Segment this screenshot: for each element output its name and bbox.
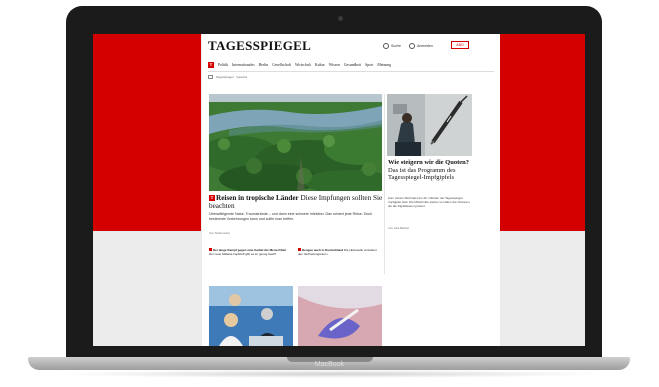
laptop-brand-label: MacBook: [314, 361, 345, 368]
nav-badge[interactable]: T: [208, 61, 214, 68]
laptop-shadow: [50, 370, 610, 378]
breadcrumb: Tagesspiegel Gesund: [208, 75, 247, 79]
nav-item-sport[interactable]: Sport: [365, 63, 373, 67]
nav-item-politik[interactable]: Politik: [218, 63, 228, 67]
search-label: Suche: [391, 44, 401, 48]
abo-button[interactable]: ABO: [451, 41, 469, 49]
webcam: [338, 16, 343, 21]
user-icon: [409, 43, 415, 49]
side-article-image[interactable]: [387, 94, 472, 156]
nav-item-berlin[interactable]: Berlin: [259, 63, 269, 67]
related-link-2[interactable]: Dengue auch in Deutschland Die Hitzewell…: [298, 248, 378, 256]
hero-headline[interactable]: T Reisen in tropische Länder Diese Impfun…: [209, 194, 387, 210]
bottom-article-image-1[interactable]: [209, 286, 293, 346]
nav-item-wissen[interactable]: Wissen: [329, 63, 340, 67]
bullet-icon: [298, 248, 301, 251]
bottom-article-image-2[interactable]: [298, 286, 382, 346]
hero-headline-bold: Reisen in tropische Länder: [216, 194, 299, 202]
related-link-1[interactable]: Der lange Kampf gegen eine Geißel der Me…: [209, 248, 289, 256]
search-button[interactable]: Suche: [383, 43, 401, 49]
home-icon: [208, 75, 213, 79]
login-label: Anmelden: [417, 44, 433, 48]
side-headline-rest: Das ist das Programm des Tagesspiegel-Im…: [388, 166, 456, 182]
main-nav: T Politik Internationales Berlin Gesells…: [208, 60, 494, 69]
vaccination-photo: [387, 94, 472, 156]
breadcrumb-item-2[interactable]: Gesund: [237, 75, 248, 79]
hero-badge: T: [209, 195, 215, 201]
red-background-right: [500, 34, 585, 231]
rainforest-aerial-photo: [209, 94, 382, 191]
hero-image[interactable]: [209, 94, 382, 191]
side-headline-bold: Wie steigern wir die Quoten?: [388, 159, 470, 166]
nav-item-gesellschaft[interactable]: Gesellschaft: [272, 63, 291, 67]
nav-item-wirtschaft[interactable]: Wirtschaft: [295, 63, 311, 67]
press-conference-photo: [209, 286, 293, 346]
search-icon: [383, 43, 389, 49]
nav-item-meinung[interactable]: Meinung: [377, 63, 391, 67]
nav-item-internationales[interactable]: Internationales: [232, 63, 255, 67]
hero-teaser: Überwältigende Natur, Traumstrände – und…: [209, 212, 373, 221]
related-link-1-rest: Der neue Malaria-Impfstoff gibt es im ge…: [209, 252, 277, 256]
site-logo[interactable]: TAGESSPIEGEL: [208, 38, 311, 54]
side-teaser: Zum vierten Mal findet am 26. Oktober de…: [388, 196, 471, 208]
laptop-screen: TAGESSPIEGEL Suche Anmelden ABO T Politi…: [93, 34, 585, 346]
breadcrumb-item-1[interactable]: Tagesspiegel: [216, 75, 234, 79]
side-headline[interactable]: Wie steigern wir die Quoten? Das ist das…: [388, 159, 478, 182]
red-background-left: [93, 34, 201, 231]
side-author: Von Julia Barbell: [388, 226, 409, 230]
website-page: TAGESSPIEGEL Suche Anmelden ABO T Politi…: [202, 34, 500, 346]
vaccine-syringe-photo: [298, 286, 382, 346]
nav-item-gesundheit[interactable]: Gesundheit: [344, 63, 361, 67]
hero-author: Von Stella Huber: [209, 231, 230, 235]
nav-item-kultur[interactable]: Kultur: [315, 63, 325, 67]
nav-divider: [208, 71, 494, 72]
column-divider: [384, 94, 385, 274]
login-button[interactable]: Anmelden: [409, 43, 433, 49]
bullet-icon: [209, 248, 212, 251]
